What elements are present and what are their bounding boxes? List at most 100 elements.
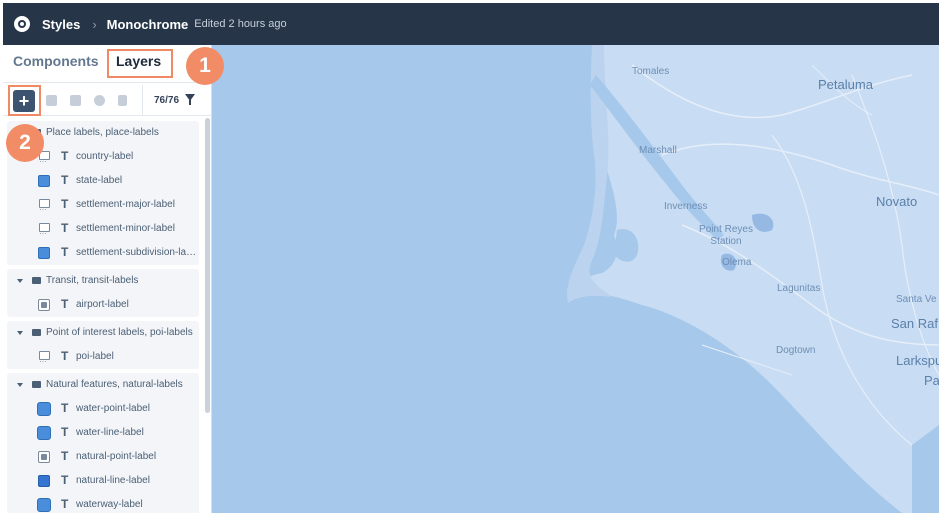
map-place-label: Larkspu [896,353,939,368]
text-type-icon: T [61,245,69,259]
layer-name: state-label [76,175,123,186]
layers-tab-highlight [107,49,173,78]
sidebar-tabs: Components Layers [3,45,211,81]
add-button-highlight [8,85,41,116]
layer-name: natural-point-label [76,451,157,462]
coastline-land [567,45,612,303]
layer-list-scrollbar[interactable] [205,118,210,413]
color-swatch-icon [37,498,51,512]
group-header[interactable]: Natural features, natural-labels [7,373,199,397]
layer-count: 76/76 [154,95,180,106]
map-place-label: Pa [924,373,939,388]
sidebar: Components Layers + 76/76 Place labels, … [3,45,212,513]
layer-name: water-point-label [76,403,150,414]
map-place-label: Santa Ve [896,294,937,305]
color-swatch-icon [38,175,50,187]
group-title: Transit, transit-labels [46,275,139,286]
layer-row[interactable]: T natural-line-label [7,469,199,493]
group-title: Natural features, natural-labels [46,379,183,390]
layer-name: poi-label [76,351,114,362]
layer-row[interactable]: T airport-label [7,293,199,317]
folder-icon[interactable] [70,95,81,106]
group-title: Place labels, place-labels [46,127,159,138]
text-type-icon: T [61,401,69,415]
layer-row[interactable]: T water-point-label [7,397,199,421]
style-name[interactable]: Monochrome [107,17,189,32]
land-area [575,45,939,513]
layer-group-poi-labels[interactable]: Point of interest labels, poi-labels T p… [7,321,199,369]
map-place-label: Tomales [632,66,670,77]
callout-badge-2: 2 [6,124,44,162]
map-place-label: Point Reyes Station [699,224,753,247]
group-header[interactable]: Transit, transit-labels [7,269,199,293]
top-bar: Styles › Monochrome Edited 2 hours ago [3,3,939,45]
layer-row[interactable]: T natural-point-label [7,445,199,469]
caret-down-icon[interactable] [17,331,23,335]
layer-list: Place labels, place-labels T country-lab… [3,117,203,513]
text-type-icon: T [61,173,69,187]
map-place-label: Marshall [639,145,677,156]
tab-components[interactable]: Components [13,53,99,69]
map-place-label: Olema [722,257,752,268]
layer-name: settlement-minor-label [76,223,175,234]
text-type-icon: T [61,221,69,235]
image-swatch-icon [38,299,50,311]
layer-row[interactable]: T waterway-label [7,493,199,513]
color-swatch-icon [37,426,51,440]
color-swatch-icon [38,247,50,259]
symbol-swatch-icon [38,351,50,364]
map-shapes [567,45,939,513]
map-place-label: Lagunitas [777,283,821,294]
trash-icon[interactable] [118,95,127,106]
mapbox-logo-icon[interactable] [14,16,30,32]
layer-row[interactable]: T settlement-minor-label [7,217,199,241]
layer-row[interactable]: T poi-label [7,345,199,369]
color-swatch-icon [37,402,51,416]
map-place-label: Dogtown [776,345,816,356]
group-title: Point of interest labels, poi-labels [46,327,193,338]
layer-name: settlement-major-label [76,199,175,210]
layer-group-transit-labels[interactable]: Transit, transit-labels T airport-label [7,269,199,317]
layers-toolbar: + 76/76 [3,82,211,116]
text-type-icon: T [61,425,69,439]
toolbar-divider [142,85,143,115]
layer-row[interactable]: T settlement-subdivision-label [7,241,199,265]
map-place-label: Novato [876,194,918,209]
callout-badge-1: 1 [186,47,224,85]
caret-down-icon[interactable] [17,383,23,387]
layer-row[interactable]: T state-label [7,169,199,193]
chevron-right-icon: › [92,16,97,32]
group-header[interactable]: Point of interest labels, poi-labels [7,321,199,345]
symbol-swatch-icon [38,223,50,236]
map-place-label: San Raf [891,316,938,331]
layer-name: settlement-subdivision-label [76,247,198,258]
layer-name: airport-label [76,299,129,310]
text-type-icon: T [61,497,69,511]
filter-icon[interactable] [185,94,195,105]
duplicate-icon[interactable] [46,95,57,106]
text-type-icon: T [61,297,69,311]
folder-icon [32,381,41,388]
breadcrumb-styles[interactable]: Styles [42,17,80,32]
layer-name: waterway-label [76,499,143,510]
color-swatch-icon [38,475,50,487]
symbol-swatch-icon [38,199,50,212]
folder-icon [32,277,41,284]
map-place-label: Inverness [664,201,708,212]
layer-group-natural-labels[interactable]: Natural features, natural-labels T water… [7,373,199,513]
map-canvas[interactable]: Tomales Petaluma Marshall Novato Inverne… [212,45,939,513]
image-swatch-icon [38,451,50,463]
folder-icon [32,329,41,336]
edited-status: Edited 2 hours ago [194,18,287,30]
text-type-icon: T [61,149,69,163]
text-type-icon: T [61,473,69,487]
hide-icon[interactable] [94,95,105,106]
text-type-icon: T [61,349,69,363]
layer-name: natural-line-label [76,475,150,486]
caret-down-icon[interactable] [17,279,23,283]
text-type-icon: T [61,449,69,463]
layer-row[interactable]: T water-line-label [7,421,199,445]
layer-row[interactable]: T settlement-major-label [7,193,199,217]
layer-name: water-line-label [76,427,144,438]
map-place-label: Petaluma [818,77,873,92]
